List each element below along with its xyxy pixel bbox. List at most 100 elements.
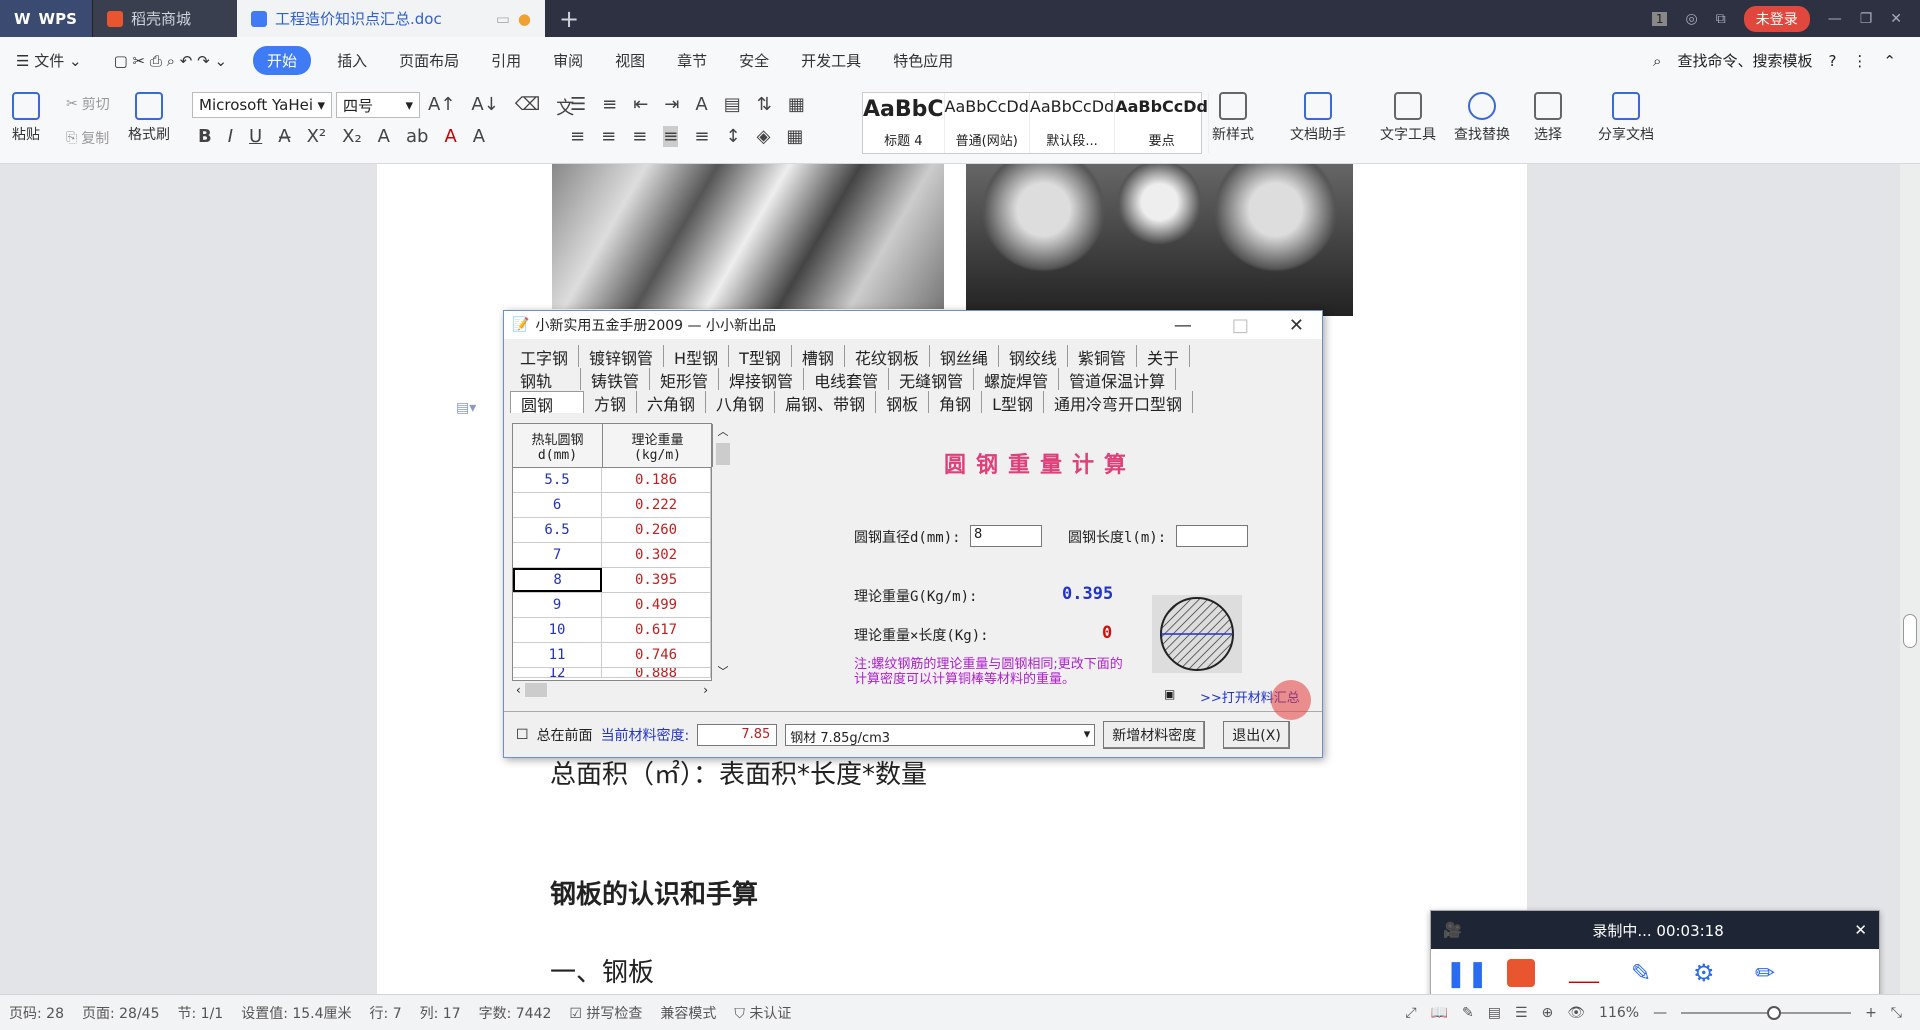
paste-button[interactable]: 粘贴 [12,92,40,144]
compat-mode[interactable]: 兼容模式 [651,1003,725,1023]
shading-icon[interactable]: ◈ [757,126,771,147]
window-switch-icon[interactable]: ⧉ [1716,11,1726,27]
menu-special[interactable]: 特色应用 [877,50,969,71]
shrink-font-icon[interactable]: A↓ [471,94,498,120]
menu-page-layout[interactable]: 页面布局 [383,50,475,71]
command-search[interactable]: 查找命令、搜索模板 [1677,50,1812,71]
tab-store[interactable]: 稻壳商城 [92,0,237,37]
tab-strand[interactable]: 钢绞线 [999,345,1068,368]
highlight-icon[interactable]: ab [406,126,428,147]
login-button[interactable]: 未登录 [1743,5,1810,32]
always-on-top-checkbox[interactable]: ☐ [516,727,529,743]
zoom-slider[interactable] [1681,1005,1852,1020]
distribute-icon[interactable]: ≡ [694,126,709,147]
tab-l-section[interactable]: L型钢 [982,391,1045,414]
round-bar-table[interactable]: 热轧圆钢 d(mm) 理论重量 (kg/m) 5.5 0.186 6 0.222 6.5… [512,423,713,681]
close-icon[interactable]: ✕ [1289,315,1304,336]
menu-security[interactable]: 安全 [723,50,785,71]
share-doc-button[interactable]: 分享文档 [1598,92,1654,144]
copy-button[interactable]: ⎘ 复制 [66,128,109,148]
write-mode-icon[interactable]: ✎ [1462,1005,1474,1021]
table-border-icon[interactable]: ▦ [786,126,803,147]
scroll-left-icon[interactable]: ‹ [516,683,521,697]
text-effect-icon[interactable]: A [378,126,390,147]
text-tools-button[interactable]: 文字工具 [1380,92,1436,144]
underline-tool-icon[interactable]: ___ [1569,959,1599,987]
tab-flat-bar[interactable]: 扁钢、带钢 [775,391,877,414]
tab-galvanized-pipe[interactable]: 镀锌钢管 [579,345,665,368]
menu-review[interactable]: 审阅 [537,50,599,71]
bullet-list-icon[interactable]: ☰ [570,94,586,115]
page-number[interactable]: 页码: 28 [0,1003,73,1023]
tab-rect-tube[interactable]: 矩形管 [650,368,720,391]
text-direction-icon[interactable]: A [695,94,707,115]
tab-octagon-bar[interactable]: 八角钢 [706,391,776,414]
table-row[interactable]: 7 0.302 [513,543,711,568]
pen-icon[interactable]: ✏ [1755,959,1783,987]
page-view-icon[interactable]: ▤ [1488,1005,1501,1021]
fullscreen-icon[interactable]: ⤢ [1405,1005,1416,1021]
table-row[interactable]: 5.5 0.186 [513,468,711,493]
table-row[interactable]: 6 0.222 [513,493,711,518]
outdent-icon[interactable]: ⇤ [633,94,648,115]
char-shading-icon[interactable]: A [473,126,485,147]
monitor-icon[interactable]: ▭ [496,10,510,28]
tab-welded-pipe[interactable]: 焊接钢管 [719,368,805,391]
bold-icon[interactable]: B [198,126,212,147]
page-count[interactable]: 页面: 28/45 [73,1003,169,1023]
setting-value[interactable]: 设置值: 15.4厘米 [232,1003,360,1023]
indent-icon[interactable]: ⇥ [664,94,679,115]
diameter-input[interactable]: 8 [970,525,1042,547]
search-icon[interactable]: ⌕ [1653,52,1661,70]
font-color-icon[interactable]: A [444,126,456,147]
tab-i-beam[interactable]: 工字钢 [510,345,580,368]
tab-channel[interactable]: 槽钢 [792,345,845,368]
tab-seamless-pipe[interactable]: 无缝钢管 [889,368,975,391]
eye-protect-icon[interactable]: 👁 [1567,1005,1585,1021]
menu-developer[interactable]: 开发工具 [785,50,877,71]
outline-view-icon[interactable]: ☰ [1515,1005,1528,1021]
maximize-icon[interactable]: □ [1232,315,1249,336]
scroll-thumb[interactable] [1903,614,1917,648]
help-icon[interactable]: ? [1828,52,1836,70]
zoom-knob[interactable] [1767,1005,1782,1020]
chinese-layout-icon[interactable]: ▤ [724,94,741,115]
stop-icon[interactable] [1507,959,1535,987]
style-key-point[interactable]: AaBbCcDd 要点 [1115,93,1209,153]
border-icon[interactable]: ▦ [788,94,805,115]
font-size-select[interactable]: 四号 ▾ [336,92,420,118]
tab-square-bar[interactable]: 方钢 [584,391,638,414]
web-view-icon[interactable]: ⊕ [1542,1005,1554,1021]
tab-cast-iron-pipe[interactable]: 铸铁管 [581,368,651,391]
cut-button[interactable]: ✂ 剪切 [66,94,110,114]
strikethrough-icon[interactable]: A̶ [278,126,290,147]
tab-copper-pipe[interactable]: 紫铜管 [1068,345,1137,368]
add-density-button[interactable]: 新增材料密度 [1103,720,1206,749]
align-left-icon[interactable]: ≡ [570,126,585,147]
tab-conduit[interactable]: 电线套管 [804,368,890,391]
menu-view[interactable]: 视图 [599,50,661,71]
paragraph-marker-icon[interactable]: ▤▾ [456,400,476,416]
tab-wire-rope[interactable]: 钢丝绳 [930,345,999,368]
find-replace-button[interactable]: 查找替换 [1454,92,1510,144]
zoom-in-icon[interactable]: + [1865,1005,1877,1021]
length-input[interactable] [1176,525,1248,547]
close-icon[interactable]: ✕ [1854,921,1867,939]
minimize-icon[interactable]: — [1828,11,1842,27]
expand-icon[interactable]: ⤡ [1891,1005,1902,1021]
dialog-titlebar[interactable]: 📝 小新实用五金手册2009 — 小小新出品 — □ ✕ [504,311,1322,339]
density-input[interactable]: 7.85 [697,723,778,746]
hamburger-icon[interactable]: ☰ 文件 ⌄ [0,50,98,71]
table-row[interactable]: 9 0.499 [513,593,711,618]
tab-document[interactable]: 工程造价知识点汇总.doc ▭ ● [237,0,545,37]
justify-icon[interactable]: ≡ [663,126,679,147]
doc-helper-button[interactable]: 文档助手 [1290,92,1346,144]
quick-access-icons[interactable]: ▢ ✂ ⎙ ⌕ ↶ ↷ ⌄ [98,52,243,70]
tab-about[interactable]: 关于 [1137,345,1190,368]
table-horizontal-scrollbar[interactable]: ‹ › [512,681,712,699]
new-style-button[interactable]: 新样式 [1212,92,1254,144]
table-row-selected[interactable]: 8 0.395 [513,568,711,593]
spell-check[interactable]: ☑ 拼写检查 [560,1003,651,1023]
row-indicator[interactable]: 行: 7 [361,1003,411,1023]
tab-steel-plate[interactable]: 钢板 [876,391,930,414]
